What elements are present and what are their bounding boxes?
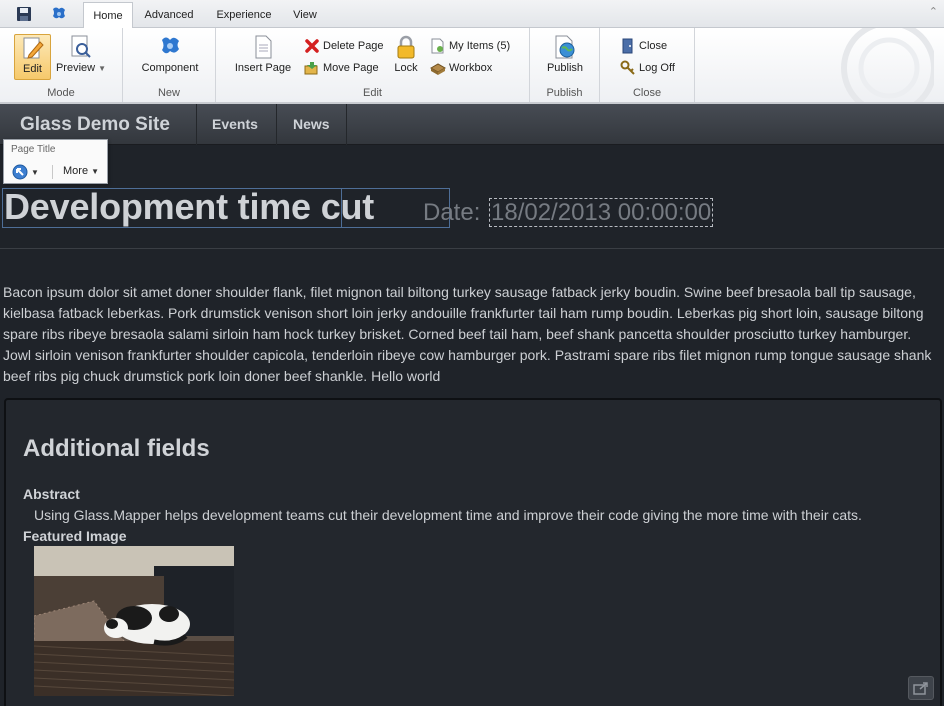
edit-button[interactable]: Edit: [14, 34, 51, 80]
component-button[interactable]: Component: [140, 34, 200, 80]
group-edit-label: Edit: [363, 87, 382, 99]
collapse-ribbon-icon[interactable]: ⌃: [929, 5, 938, 18]
nav-events-link[interactable]: Events: [212, 116, 258, 132]
publish-label: Publish: [546, 62, 584, 74]
field-chrome-toolbar: Page Title ▼ More ▼: [3, 139, 108, 184]
arrow-up-left-icon: [12, 164, 28, 180]
group-new: Component New: [123, 28, 216, 102]
date-field[interactable]: 18/02/2013 00:00:00: [489, 198, 714, 227]
group-mode-label: Mode: [47, 87, 75, 99]
log-off-button[interactable]: Log Off: [620, 59, 675, 77]
additional-fields-panel: Additional fields Abstract Using Glass.M…: [4, 398, 942, 706]
chrome-divider: [52, 165, 53, 179]
ribbon-body: Edit Preview ▼ Mode Component New Insert …: [0, 28, 944, 102]
component-puzzle-icon: [162, 37, 179, 54]
featured-image-label: Featured Image: [23, 528, 127, 544]
workbox-label: Workbox: [449, 62, 493, 74]
ribbon-watermark-icon: [841, 28, 934, 102]
additional-fields-heading: Additional fields: [23, 435, 210, 462]
insert-page-label: Insert Page: [234, 62, 292, 74]
nav-divider: [346, 104, 347, 145]
share-icon[interactable]: [908, 676, 934, 700]
select-parent-button[interactable]: ▼: [12, 164, 42, 180]
preview-magnifier-icon: [71, 35, 91, 58]
tab-advanced[interactable]: Advanced: [137, 2, 201, 28]
abstract-label: Abstract: [23, 486, 80, 502]
chevron-down-icon: ▼: [31, 167, 39, 177]
my-items-icon: [431, 38, 444, 54]
workbox-button[interactable]: Workbox: [430, 59, 492, 77]
lock-label: Lock: [394, 62, 418, 74]
body-text[interactable]: Bacon ipsum dolor sit amet doner shoulde…: [3, 282, 941, 387]
tab-view[interactable]: View: [287, 2, 323, 28]
nav-news-link[interactable]: News: [293, 116, 330, 132]
edit-pencil-icon: [23, 37, 44, 59]
move-page-button[interactable]: Move Page: [304, 59, 379, 77]
workbox-icon: [430, 63, 446, 75]
tab-home[interactable]: Home: [83, 2, 133, 29]
more-button[interactable]: More ▼: [63, 165, 99, 177]
group-mode: Edit Preview ▼ Mode: [0, 28, 123, 102]
group-publish-label: Publish: [546, 87, 583, 99]
field-chrome-title: Page Title: [11, 144, 56, 155]
abstract-text[interactable]: Using Glass.Mapper helps development tea…: [34, 507, 862, 523]
log-off-label: Log Off: [639, 62, 675, 74]
publish-button[interactable]: Publish: [544, 34, 586, 80]
move-page-icon: [304, 62, 318, 75]
group-close-label: Close: [632, 87, 662, 99]
my-items-button[interactable]: My Items (5): [430, 37, 510, 55]
tab-experience[interactable]: Experience: [208, 2, 280, 28]
close-label: Close: [639, 40, 668, 52]
date-label: Date:: [423, 199, 481, 226]
nav-divider: [196, 104, 197, 145]
ribbon-tabbar: Home Advanced Experience View ⌃: [0, 0, 944, 29]
edit-label: Edit: [23, 63, 42, 75]
group-publish: Publish Publish: [530, 28, 600, 102]
insert-page-icon: [255, 35, 272, 59]
site-navbar: Glass Demo Site Events News: [0, 104, 944, 145]
component-label: Component: [141, 62, 199, 74]
lock-icon: [397, 35, 415, 59]
save-icon[interactable]: [13, 4, 35, 24]
close-door-icon: [622, 38, 633, 54]
close-button[interactable]: Close: [620, 37, 667, 55]
group-edit: Insert Page Delete Page Move Page Lock M…: [216, 28, 530, 102]
delete-x-icon: [305, 39, 319, 53]
delete-page-button[interactable]: Delete Page: [304, 37, 384, 55]
preview-button[interactable]: Preview ▼: [55, 34, 107, 80]
lock-button[interactable]: Lock: [390, 34, 422, 80]
insert-page-button[interactable]: Insert Page: [232, 34, 294, 80]
move-page-label: Move Page: [323, 62, 379, 74]
group-new-label: New: [157, 87, 180, 99]
divider: [0, 248, 944, 249]
nav-divider: [276, 104, 277, 145]
site-brand-link[interactable]: Glass Demo Site: [20, 114, 170, 136]
group-close: Close Log Off Close: [600, 28, 695, 102]
featured-image[interactable]: [34, 546, 234, 696]
publish-globe-icon: [555, 35, 575, 59]
log-off-key-icon: [620, 60, 635, 75]
delete-page-label: Delete Page: [323, 40, 384, 52]
preview-label: Preview ▼: [55, 62, 107, 74]
page-title[interactable]: Development time cut: [4, 186, 374, 228]
sitecore-logo-icon[interactable]: [48, 4, 70, 24]
my-items-label: My Items (5): [449, 40, 511, 52]
ribbon: Home Advanced Experience View ⌃ Edit Pre…: [0, 0, 944, 104]
